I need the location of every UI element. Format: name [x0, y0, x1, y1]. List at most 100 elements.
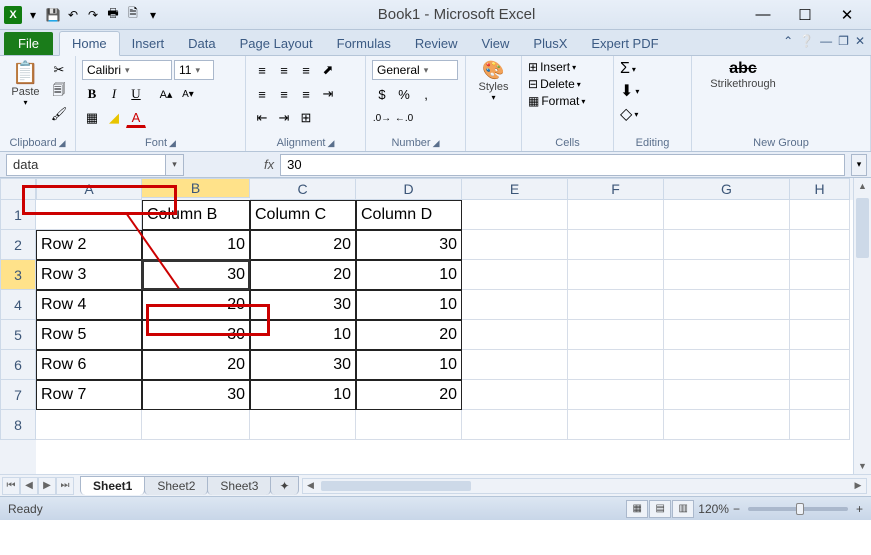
scroll-up-icon[interactable]: ▲: [854, 178, 871, 194]
qat-dropdown-icon[interactable]: ▾: [24, 6, 42, 24]
tab-formulas[interactable]: Formulas: [325, 32, 403, 55]
cell-C1[interactable]: Column C: [250, 200, 356, 230]
cell-E3[interactable]: [462, 260, 568, 290]
help-icon[interactable]: ❔: [799, 34, 814, 48]
row-header-4[interactable]: 4: [0, 290, 36, 320]
zoom-percent[interactable]: 120%: [698, 502, 729, 516]
hscroll-thumb[interactable]: [321, 481, 471, 491]
row-header-2[interactable]: 2: [0, 230, 36, 260]
align-right-icon[interactable]: ≡: [296, 84, 316, 104]
cell-D5[interactable]: 20: [356, 320, 462, 350]
tab-expert-pdf[interactable]: Expert PDF: [579, 32, 670, 55]
col-header-E[interactable]: E: [462, 178, 568, 200]
font-size-select[interactable]: 11▾: [174, 60, 214, 80]
cells-area[interactable]: Column B Column C Column D Row 2 10 20 3…: [36, 200, 853, 474]
workbook-close-icon[interactable]: ✕: [855, 34, 865, 48]
clear-button[interactable]: ◇▾: [620, 104, 638, 124]
save-icon[interactable]: 💾: [44, 6, 62, 24]
cell-F6[interactable]: [568, 350, 664, 380]
sheet-prev-icon[interactable]: ◀: [20, 477, 38, 495]
qat-more-icon[interactable]: ▾: [144, 6, 162, 24]
zoom-slider-thumb[interactable]: [796, 503, 804, 515]
cell-B2[interactable]: 10: [142, 230, 250, 260]
cell-F3[interactable]: [568, 260, 664, 290]
cell-G7[interactable]: [664, 380, 790, 410]
cell-F1[interactable]: [568, 200, 664, 230]
cell-F2[interactable]: [568, 230, 664, 260]
alignment-launcher-icon[interactable]: ◢: [328, 138, 335, 149]
workbook-min-icon[interactable]: ―: [820, 34, 832, 48]
cell-H2[interactable]: [790, 230, 850, 260]
cell-C3[interactable]: 20: [250, 260, 356, 290]
grow-font-icon[interactable]: A▴: [156, 84, 176, 104]
align-center-icon[interactable]: ≡: [274, 84, 294, 104]
cell-D8[interactable]: [356, 410, 462, 440]
cell-E7[interactable]: [462, 380, 568, 410]
cell-H1[interactable]: [790, 200, 850, 230]
cell-D2[interactable]: 30: [356, 230, 462, 260]
increase-decimal-icon[interactable]: .0→: [372, 108, 392, 128]
close-button[interactable]: ✕: [835, 3, 859, 27]
minimize-button[interactable]: ―: [751, 3, 775, 27]
cell-E4[interactable]: [462, 290, 568, 320]
cell-G8[interactable]: [664, 410, 790, 440]
cell-C7[interactable]: 10: [250, 380, 356, 410]
formula-bar-expand-icon[interactable]: ▾: [851, 154, 867, 176]
cell-C2[interactable]: 20: [250, 230, 356, 260]
cell-G5[interactable]: [664, 320, 790, 350]
cell-A1[interactable]: [36, 200, 142, 230]
format-painter-icon[interactable]: 🖌: [49, 104, 69, 124]
tab-plusx[interactable]: PlusX: [521, 32, 579, 55]
font-launcher-icon[interactable]: ◢: [169, 138, 176, 149]
zoom-slider[interactable]: [748, 507, 848, 511]
cell-G6[interactable]: [664, 350, 790, 380]
name-box-dropdown-icon[interactable]: ▾: [166, 154, 184, 176]
cell-G2[interactable]: [664, 230, 790, 260]
cut-icon[interactable]: ✂: [49, 60, 69, 80]
cell-D7[interactable]: 20: [356, 380, 462, 410]
copy-icon[interactable]: 🗐: [49, 82, 69, 102]
normal-view-icon[interactable]: ▦: [626, 500, 648, 518]
minimize-ribbon-icon[interactable]: ⌃: [783, 34, 793, 48]
align-top-icon[interactable]: ≡: [252, 60, 272, 80]
fx-icon[interactable]: fx: [264, 157, 274, 172]
cell-A4[interactable]: Row 4: [36, 290, 142, 320]
align-left-icon[interactable]: ≡: [252, 84, 272, 104]
vscroll-thumb[interactable]: [856, 198, 869, 258]
fill-color-icon[interactable]: ◢: [104, 108, 124, 128]
cell-A7[interactable]: Row 7: [36, 380, 142, 410]
cell-A3[interactable]: Row 3: [36, 260, 142, 290]
cell-A2[interactable]: Row 2: [36, 230, 142, 260]
tab-insert[interactable]: Insert: [120, 32, 177, 55]
col-header-A[interactable]: A: [36, 178, 142, 200]
cell-E1[interactable]: [462, 200, 568, 230]
underline-button[interactable]: U: [126, 84, 146, 104]
tab-view[interactable]: View: [469, 32, 521, 55]
tab-page-layout[interactable]: Page Layout: [228, 32, 325, 55]
cell-E8[interactable]: [462, 410, 568, 440]
row-header-7[interactable]: 7: [0, 380, 36, 410]
scroll-down-icon[interactable]: ▼: [854, 458, 871, 474]
cell-D4[interactable]: 10: [356, 290, 462, 320]
cell-C8[interactable]: [250, 410, 356, 440]
percent-icon[interactable]: %: [394, 84, 414, 104]
align-bottom-icon[interactable]: ≡: [296, 60, 316, 80]
zoom-in-icon[interactable]: +: [856, 502, 863, 516]
row-header-5[interactable]: 5: [0, 320, 36, 350]
cell-G1[interactable]: [664, 200, 790, 230]
wrap-text-icon[interactable]: ⇥: [318, 84, 338, 104]
insert-button[interactable]: ⊞Insert▾: [528, 60, 576, 74]
formula-input[interactable]: 30: [280, 154, 845, 176]
file-tab[interactable]: File: [4, 32, 53, 55]
cell-F4[interactable]: [568, 290, 664, 320]
cell-G3[interactable]: [664, 260, 790, 290]
cell-B5[interactable]: 30: [142, 320, 250, 350]
horizontal-scrollbar[interactable]: ◀ ▶: [302, 478, 867, 494]
print-icon[interactable]: 🖶: [104, 6, 122, 24]
vertical-scrollbar[interactable]: ▲ ▼: [853, 178, 871, 474]
sheet-last-icon[interactable]: ⏭: [56, 477, 74, 495]
cell-H5[interactable]: [790, 320, 850, 350]
orientation-icon[interactable]: ⬈: [318, 60, 338, 80]
sheet-tab-2[interactable]: Sheet2: [144, 476, 208, 495]
bold-button[interactable]: B: [82, 84, 102, 104]
